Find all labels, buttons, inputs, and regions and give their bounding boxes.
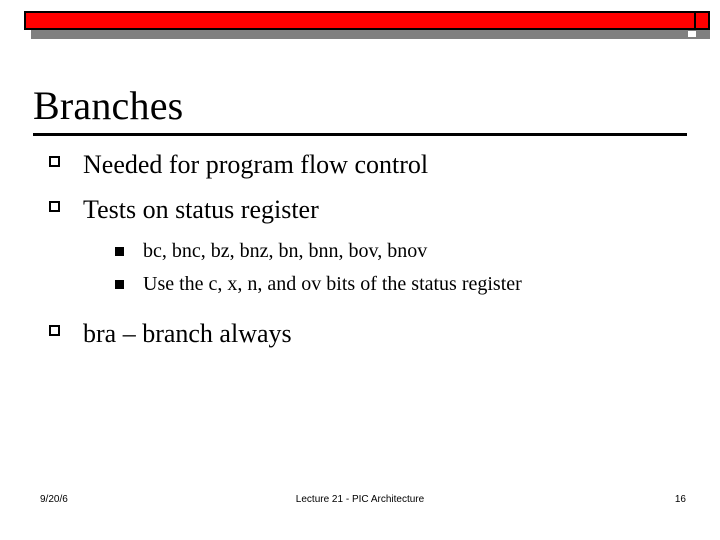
bullet-item: Needed for program flow control [33, 148, 693, 181]
title-underline [33, 133, 687, 136]
bullet-item: Tests on status register [33, 193, 693, 226]
bullet-text: Tests on status register [83, 195, 319, 224]
top-bar-notch [688, 31, 696, 37]
hollow-square-bullet-icon [49, 156, 60, 167]
top-bar-accent-cap [694, 11, 710, 30]
sub-bullet-item: Use the c, x, n, and ov bits of the stat… [33, 271, 693, 298]
sub-bullet-item: bc, bnc, bz, bnz, bn, bnn, bov, bnov [33, 238, 693, 265]
bullet-item: bra – branch always [33, 317, 693, 350]
bullet-text: Needed for program flow control [83, 150, 429, 179]
filled-square-bullet-icon [115, 280, 124, 289]
top-bar-accent [24, 11, 696, 30]
footer-subject: Lecture 21 - PIC Architecture [295, 494, 425, 505]
sub-bullet-text: Use the c, x, n, and ov bits of the stat… [143, 273, 522, 295]
filled-square-bullet-icon [115, 247, 124, 256]
hollow-square-bullet-icon [49, 201, 60, 212]
slide-title: Branches [33, 83, 184, 128]
bullet-text: bra – branch always [83, 319, 292, 348]
footer-page-number: 16 [674, 494, 686, 505]
slide: Branches Needed for program flow control… [0, 0, 720, 540]
slide-body: Needed for program flow control Tests on… [33, 148, 693, 362]
hollow-square-bullet-icon [49, 325, 60, 336]
sub-bullet-text: bc, bnc, bz, bnz, bn, bnn, bov, bnov [143, 240, 428, 262]
